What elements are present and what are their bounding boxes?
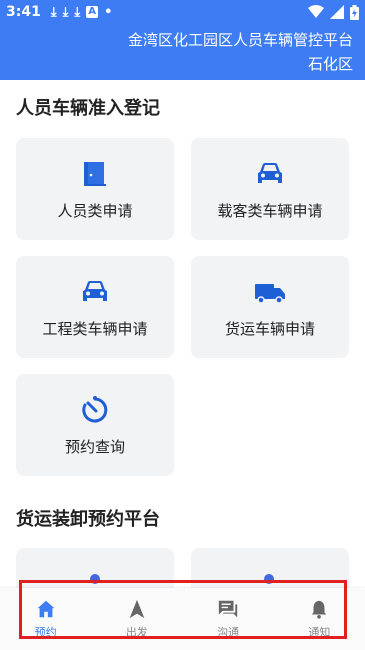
header-title: 金湾区化工园区人员车辆管控平台 bbox=[127, 31, 353, 49]
header-subtitle: 石化区 bbox=[307, 55, 353, 73]
status-bar: 3:41 ⤓ ⤓ ⤓ A • bbox=[0, 0, 365, 24]
card-personnel-application[interactable]: 人员类申请 bbox=[16, 138, 174, 240]
download-icon: ⤓ bbox=[74, 4, 81, 20]
card-passenger-vehicle-application[interactable]: 载客类车辆申请 bbox=[191, 138, 349, 240]
card-label: 人员类申请 bbox=[57, 201, 133, 220]
card-label: 载客类车辆申请 bbox=[217, 201, 323, 220]
font-icon: A bbox=[86, 6, 99, 18]
timer-icon bbox=[82, 395, 108, 422]
status-right-icons bbox=[308, 4, 359, 20]
download-icon: ⤓ bbox=[50, 4, 57, 20]
wifi-icon bbox=[308, 5, 324, 18]
status-time: 3:41 bbox=[6, 4, 41, 20]
dot-icon bbox=[264, 574, 274, 584]
car-icon bbox=[258, 162, 282, 183]
download-icon: ⤓ bbox=[62, 4, 69, 20]
card-reservation-query[interactable]: 预约查询 bbox=[16, 374, 174, 476]
navigation-icon bbox=[129, 599, 145, 619]
section-title-registration: 人员车辆准入登记 bbox=[16, 98, 160, 119]
door-icon bbox=[84, 161, 106, 186]
tab-notifications[interactable]: 通知 bbox=[284, 598, 354, 640]
chat-icon bbox=[218, 600, 238, 618]
car-icon bbox=[83, 280, 107, 301]
card-label: 工程类车辆申请 bbox=[42, 319, 148, 338]
tab-reserve[interactable]: 预约 bbox=[11, 598, 81, 640]
card-label: 货运车辆申请 bbox=[224, 319, 315, 338]
truck-icon bbox=[255, 283, 285, 304]
tab-label: 出发 bbox=[125, 626, 148, 639]
tab-label: 预约 bbox=[34, 626, 57, 639]
card-label: 预约查询 bbox=[64, 437, 125, 456]
app-header: 金湾区化工园区人员车辆管控平台 石化区 bbox=[0, 24, 365, 80]
tab-depart[interactable]: 出发 bbox=[102, 598, 172, 640]
notification-icons: ⤓ ⤓ ⤓ A • bbox=[51, 5, 113, 20]
bell-icon bbox=[312, 600, 327, 619]
tab-label: 沟通 bbox=[217, 626, 240, 639]
dot-icon bbox=[90, 574, 100, 584]
section-title-freight-loading: 货运装卸预约平台 bbox=[16, 509, 160, 530]
bottom-tab-bar: 预约 出发 沟通 通知 bbox=[0, 588, 365, 650]
tab-label: 通知 bbox=[308, 626, 331, 639]
card-freight-vehicle-application[interactable]: 货运车辆申请 bbox=[191, 256, 349, 358]
home-icon bbox=[37, 600, 54, 618]
dot-icon: • bbox=[104, 4, 113, 20]
card-engineering-vehicle-application[interactable]: 工程类车辆申请 bbox=[16, 256, 174, 358]
battery-icon bbox=[350, 4, 359, 20]
signal-icon bbox=[330, 5, 344, 19]
tab-communicate[interactable]: 沟通 bbox=[193, 598, 263, 640]
